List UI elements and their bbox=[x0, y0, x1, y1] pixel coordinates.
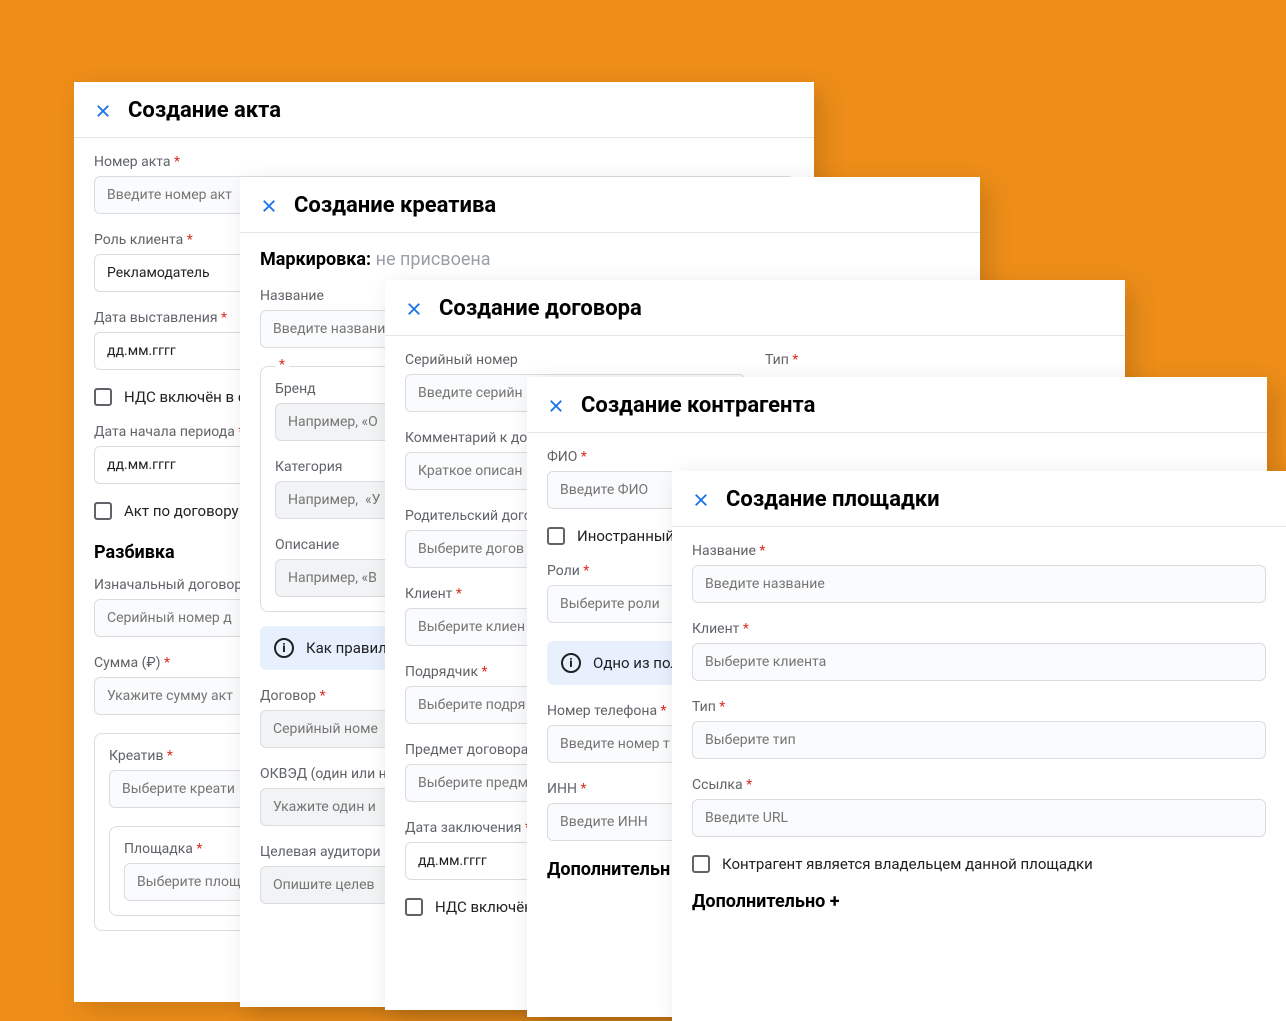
link-label: Ссылка bbox=[692, 777, 1266, 793]
dialog-title: Создание договора bbox=[439, 296, 642, 321]
platform-name-label: Название bbox=[692, 543, 1266, 559]
dialog-header: Создание договора bbox=[385, 280, 1125, 336]
dialog-header: Создание контрагента bbox=[527, 377, 1267, 433]
dialog-header: Создание акта bbox=[74, 82, 814, 138]
vat-checkbox[interactable] bbox=[405, 898, 423, 916]
close-icon[interactable] bbox=[405, 300, 423, 318]
vat-checkbox[interactable] bbox=[94, 388, 112, 406]
vat-label: НДС включён в с bbox=[124, 388, 246, 406]
info-icon: i bbox=[274, 638, 294, 658]
dialog-header: Создание площадки bbox=[672, 471, 1286, 527]
serial-label: Серийный номер bbox=[405, 352, 745, 368]
info-icon: i bbox=[561, 653, 581, 673]
platform-client-label: Клиент bbox=[692, 621, 1266, 637]
close-icon[interactable] bbox=[94, 102, 112, 120]
fio-label: ФИО bbox=[547, 449, 1247, 465]
link-input[interactable] bbox=[692, 799, 1266, 837]
act-by-contract-checkbox[interactable] bbox=[94, 502, 112, 520]
type-label: Тип bbox=[765, 352, 1105, 368]
platform-type-select[interactable] bbox=[692, 721, 1266, 759]
vat-label: НДС включён bbox=[435, 898, 533, 916]
close-icon[interactable] bbox=[547, 397, 565, 415]
nested-required-label bbox=[275, 357, 289, 373]
act-number-label: Номер акта bbox=[94, 154, 794, 170]
dialog-header: Создание креатива bbox=[240, 177, 980, 233]
platform-client-select[interactable] bbox=[692, 643, 1266, 681]
marking-row: Маркировка: не присвоена bbox=[260, 249, 960, 270]
platform-name-input[interactable] bbox=[692, 565, 1266, 603]
close-icon[interactable] bbox=[260, 197, 278, 215]
dialog-platform: Создание площадки Название Клиент Тип Сс… bbox=[672, 471, 1286, 1021]
owner-checkbox[interactable] bbox=[692, 855, 710, 873]
dialog-title: Создание контрагента bbox=[581, 393, 815, 418]
owner-label: Контрагент является владельцем данной пл… bbox=[722, 855, 1093, 873]
platform-type-label: Тип bbox=[692, 699, 1266, 715]
foreign-checkbox[interactable] bbox=[547, 527, 565, 545]
dialog-title: Создание акта bbox=[128, 98, 281, 123]
act-by-contract-label: Акт по договору bbox=[124, 502, 239, 520]
close-icon[interactable] bbox=[692, 491, 710, 509]
additional-section[interactable]: Дополнительно + bbox=[692, 891, 1266, 912]
dialog-title: Создание креатива bbox=[294, 193, 496, 218]
dialog-title: Создание площадки bbox=[726, 487, 940, 512]
foreign-label: Иностранный bbox=[577, 527, 674, 545]
